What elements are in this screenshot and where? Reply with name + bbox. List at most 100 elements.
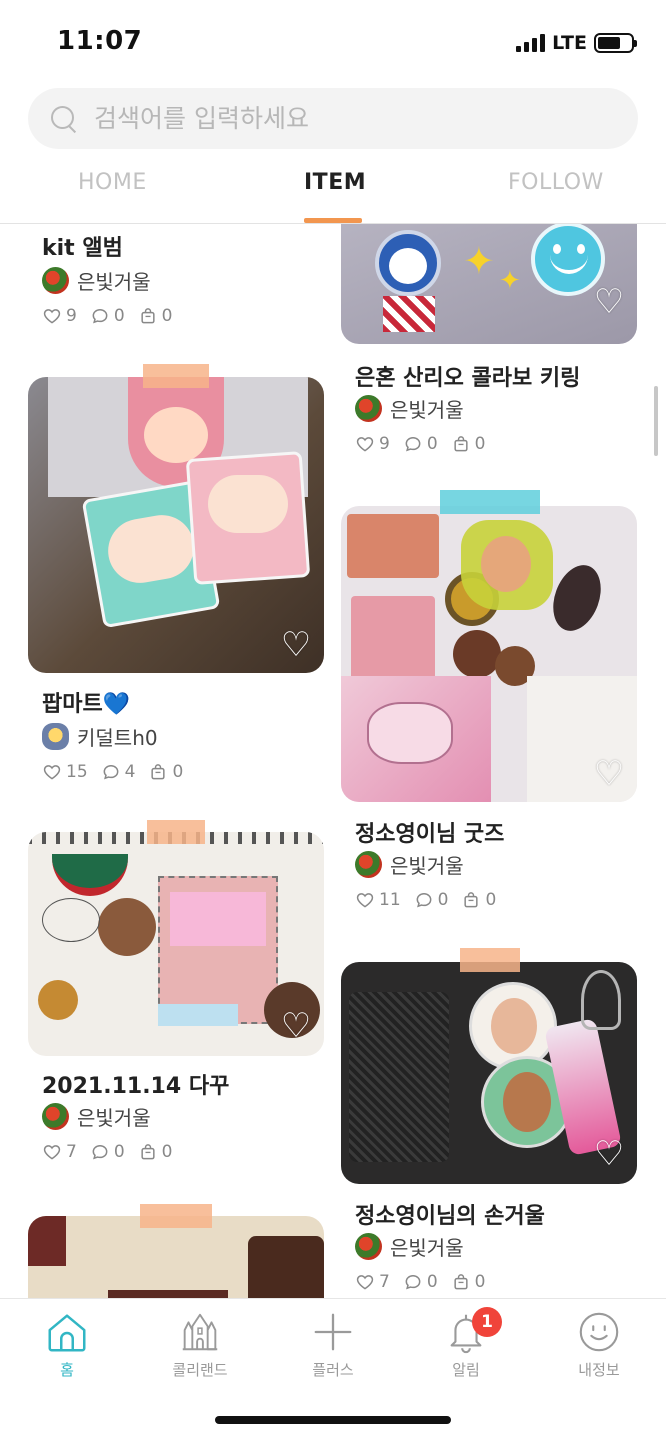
nav-my-info[interactable]: 내정보 <box>549 1309 649 1380</box>
avatar <box>355 1233 382 1260</box>
comment-icon <box>405 436 421 452</box>
wishlist-heart-icon[interactable]: ♡ <box>591 1137 627 1171</box>
avatar <box>355 395 382 422</box>
comment-icon <box>405 1274 421 1290</box>
wishlist-heart-icon[interactable]: ♡ <box>278 1009 314 1043</box>
notification-badge: 1 <box>472 1307 502 1337</box>
author-name: 은빛거울 <box>390 854 464 878</box>
item-card[interactable]: ✦ ✦ ♡ 은혼 산리오 콜라보 키링 은빛거울 9 0 0 <box>333 224 666 474</box>
top-tabs: HOME ITEM FOLLOW <box>0 160 666 224</box>
comment-count[interactable]: 0 <box>403 1272 438 1292</box>
item-stats: 9 0 0 <box>42 306 172 326</box>
bag-count[interactable]: 0 <box>148 762 183 782</box>
item-author[interactable]: 은빛거울 <box>355 394 464 423</box>
like-count[interactable]: 11 <box>355 890 401 910</box>
tape-decoration <box>460 948 520 972</box>
nav-home[interactable]: 홈 <box>17 1309 117 1380</box>
item-card[interactable] <box>0 1204 333 1298</box>
like-count[interactable]: 9 <box>355 434 390 454</box>
comment-count[interactable]: 0 <box>403 434 438 454</box>
nav-label: 플러스 <box>312 1361 354 1379</box>
search-bar[interactable] <box>28 88 638 149</box>
castle-icon <box>182 1313 218 1351</box>
item-photo[interactable]: ✦ ✦ ♡ <box>341 224 637 344</box>
author-name: 키덜트h0 <box>77 726 158 750</box>
item-photo[interactable] <box>28 1216 324 1298</box>
item-author[interactable]: 은빛거울 <box>42 1102 151 1131</box>
author-name: 은빛거울 <box>390 1236 464 1260</box>
item-stats: 7 0 0 <box>42 1142 172 1162</box>
search-icon <box>50 105 78 133</box>
status-bar: 11:07 LTE <box>0 0 666 86</box>
bag-count[interactable]: 0 <box>138 306 172 326</box>
nav-plus[interactable]: 플러스 <box>283 1309 383 1380</box>
comment-count[interactable]: 0 <box>414 890 448 910</box>
tape-decoration <box>143 364 209 388</box>
like-count[interactable]: 15 <box>42 762 88 782</box>
wishlist-heart-icon[interactable]: ♡ <box>591 285 627 319</box>
bag-icon <box>454 1274 468 1290</box>
comment-count[interactable]: 4 <box>101 762 135 782</box>
item-author[interactable]: 은빛거울 <box>355 1232 464 1261</box>
bag-count[interactable]: 0 <box>461 890 496 910</box>
nav-notifications[interactable]: 1 알림 <box>416 1307 516 1380</box>
item-author[interactable]: 은빛거울 <box>42 266 151 295</box>
tape-decoration <box>147 820 205 844</box>
bag-count[interactable]: 0 <box>451 1272 485 1292</box>
item-photo[interactable]: ♡ <box>341 506 637 802</box>
item-stats: 11 0 0 <box>355 890 496 910</box>
item-card[interactable]: kit 앨범 은빛거울 9 0 0 <box>0 224 333 344</box>
comment-icon <box>92 1144 108 1160</box>
heart-icon <box>43 1145 61 1160</box>
avatar <box>355 851 382 878</box>
item-photo[interactable]: ♡ <box>341 962 637 1184</box>
heart-icon <box>43 765 61 780</box>
tab-item[interactable]: ITEM <box>304 170 366 195</box>
nav-colliland[interactable]: 콜리랜드 <box>150 1309 250 1380</box>
item-feed[interactable]: kit 앨범 은빛거울 9 0 0 ✦ ✦ ♡ 은혼 산리오 콜라보 키링 은빛… <box>0 224 666 1298</box>
item-stats: 9 0 0 <box>355 434 485 454</box>
item-card[interactable]: ♡ 정소영이님 굿즈 은빛거울 11 0 0 <box>333 490 666 930</box>
bag-icon <box>464 892 479 908</box>
item-card[interactable]: ♡ 정소영이님의 손거울 은빛거울 7 0 0 <box>333 948 666 1298</box>
comment-icon <box>92 308 108 324</box>
avatar <box>42 267 69 294</box>
item-stats: 7 0 0 <box>355 1272 485 1292</box>
status-time: 11:07 <box>57 26 143 56</box>
item-title: 정소영이님 굿즈 <box>355 822 505 847</box>
avatar <box>42 1103 69 1130</box>
comment-count[interactable]: 0 <box>90 1142 125 1162</box>
item-photo[interactable]: ♡ <box>28 832 324 1056</box>
like-count[interactable]: 7 <box>355 1272 390 1292</box>
tape-decoration <box>140 1204 212 1228</box>
like-count[interactable]: 7 <box>42 1142 77 1162</box>
heart-icon <box>356 1275 374 1290</box>
wishlist-heart-icon[interactable]: ♡ <box>278 628 314 662</box>
item-title: 은혼 산리오 콜라보 키링 <box>355 366 581 391</box>
wishlist-heart-icon[interactable]: ♡ <box>591 757 627 791</box>
tab-home[interactable]: HOME <box>78 170 147 195</box>
item-title: 2021.11.14 다꾸 <box>42 1074 230 1099</box>
item-photo[interactable]: ♡ <box>28 377 324 673</box>
item-card[interactable]: ♡ 팝마트💙 키덜트h0 15 4 0 <box>0 364 333 804</box>
search-input[interactable] <box>94 104 614 133</box>
like-count[interactable]: 9 <box>42 306 77 326</box>
author-name: 은빛거울 <box>77 1106 151 1130</box>
bag-count[interactable]: 0 <box>138 1142 172 1162</box>
item-author[interactable]: 키덜트h0 <box>42 722 158 751</box>
scrollbar[interactable] <box>654 386 658 456</box>
bag-icon <box>454 436 468 452</box>
home-indicator[interactable] <box>215 1416 451 1424</box>
tab-follow[interactable]: FOLLOW <box>508 170 604 195</box>
item-author[interactable]: 은빛거울 <box>355 850 464 879</box>
comment-count[interactable]: 0 <box>90 306 125 326</box>
heart-icon <box>43 309 61 324</box>
item-card[interactable]: ♡ 2021.11.14 다꾸 은빛거울 7 0 0 <box>0 820 333 1190</box>
bag-icon <box>141 1144 155 1160</box>
bag-count[interactable]: 0 <box>451 434 485 454</box>
nav-label: 콜리랜드 <box>172 1361 228 1379</box>
battery-icon <box>594 33 637 53</box>
bottom-navigation: 홈 콜리랜드 플러스 1 알림 내정보 <box>0 1298 666 1440</box>
heart-icon <box>356 893 374 908</box>
network-label: LTE <box>552 32 587 54</box>
